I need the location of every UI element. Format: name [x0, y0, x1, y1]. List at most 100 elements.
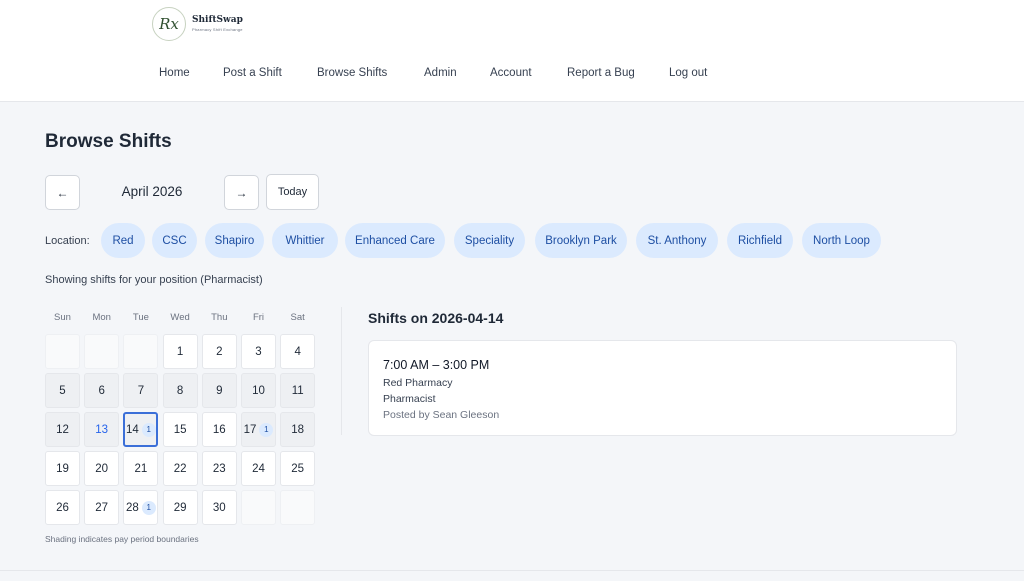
nav-browse-shifts[interactable]: Browse Shifts: [317, 67, 387, 79]
calendar-day[interactable]: 22: [162, 451, 198, 486]
arrow-right-icon: →: [235, 185, 248, 200]
calendar-day[interactable]: 17 1: [241, 412, 276, 447]
day-number: 17: [243, 423, 257, 436]
location-label: Location:: [45, 235, 90, 247]
shift-card[interactable]: 7:00 AM – 3:00 PM Red Pharmacy Pharmacis…: [368, 340, 957, 436]
location-chip-st-anthony[interactable]: St. Anthony: [636, 223, 718, 258]
calendar-day[interactable]: 11: [280, 373, 316, 408]
shifts-date-title: Shifts on 2026-04-14: [368, 310, 504, 326]
calendar-day[interactable]: 2: [201, 334, 237, 369]
calendar-day[interactable]: 28 1: [123, 490, 159, 525]
calendar-day[interactable]: 12: [45, 412, 80, 447]
next-month-button[interactable]: →: [224, 175, 259, 210]
page-title: Browse Shifts: [45, 131, 172, 152]
shift-count-badge: 1: [141, 500, 156, 515]
weekday-header: Fri: [252, 312, 265, 323]
calendar-day[interactable]: 27: [84, 490, 120, 525]
day-number: 18: [291, 423, 305, 436]
nav-account[interactable]: Account: [490, 67, 532, 79]
weekday-header: Sat: [290, 312, 305, 323]
calendar-day[interactable]: 25: [280, 451, 316, 486]
calendar-day[interactable]: 26: [45, 490, 80, 525]
nav-post-shift[interactable]: Post a Shift: [223, 67, 282, 79]
calendar-empty-cell: [280, 490, 316, 525]
calendar-day[interactable]: 10: [241, 373, 276, 408]
location-chip-speciality[interactable]: Speciality: [454, 223, 525, 258]
shift-location: Red Pharmacy: [383, 377, 453, 389]
location-chip-richfield[interactable]: Richfield: [727, 223, 793, 258]
pay-period-note: Shading indicates pay period boundaries: [45, 534, 199, 544]
nav-admin[interactable]: Admin: [424, 67, 457, 79]
month-label: April 2026: [121, 184, 183, 199]
nav-home[interactable]: Home: [159, 67, 190, 79]
calendar-day[interactable]: 23: [201, 451, 237, 486]
calendar-day[interactable]: 13: [84, 412, 120, 447]
shift-position: Pharmacist: [383, 393, 436, 405]
logo[interactable]: Rx ShiftSwap Pharmacy Shift Exchange: [152, 7, 257, 41]
day-number: 16: [212, 423, 226, 436]
location-chip-csc[interactable]: CSC: [152, 223, 197, 258]
calendar-day[interactable]: 9: [201, 373, 237, 408]
calendar-empty-cell: [45, 334, 80, 369]
day-number: 26: [56, 501, 69, 514]
calendar-day[interactable]: 19: [45, 451, 80, 486]
day-number: 7: [137, 384, 145, 397]
calendar-day[interactable]: 21: [123, 451, 159, 486]
calendar-day[interactable]: 16: [201, 412, 237, 447]
day-number: 13: [95, 423, 109, 436]
day-number: 14: [125, 423, 139, 436]
location-chip-enhanced-care[interactable]: Enhanced Care: [345, 223, 445, 258]
day-number: 8: [176, 384, 184, 397]
weekday-header: Tue: [132, 312, 149, 323]
today-button[interactable]: Today: [266, 174, 319, 210]
logo-title: ShiftSwap: [192, 15, 243, 25]
day-number: 9: [216, 384, 223, 397]
shift-posted-by: Posted by Sean Gleeson: [383, 409, 500, 421]
calendar-day[interactable]: 30: [201, 490, 237, 525]
calendar-day[interactable]: 24: [241, 451, 276, 486]
day-number: 25: [291, 462, 305, 475]
day-number: 12: [56, 423, 69, 436]
day-number: 1: [176, 345, 184, 358]
day-number: 24: [252, 462, 265, 475]
weekday-header: Mon: [92, 312, 111, 323]
shift-count-badge: 1: [259, 422, 274, 437]
prev-month-button[interactable]: ←: [45, 175, 80, 210]
calendar-day[interactable]: 14 1: [123, 412, 159, 447]
location-chip-red[interactable]: Red: [101, 223, 145, 258]
calendar-day[interactable]: 8: [162, 373, 198, 408]
nav-report-bug[interactable]: Report a Bug: [567, 67, 635, 79]
day-number: 30: [212, 501, 226, 514]
day-number: 22: [173, 462, 187, 475]
calendar-day[interactable]: 5: [45, 373, 80, 408]
logo-mark: Rx: [152, 7, 186, 41]
calendar-day[interactable]: 7: [123, 373, 159, 408]
calendar-day[interactable]: 3: [241, 334, 276, 369]
day-number: 29: [173, 501, 187, 514]
position-filter-note: Showing shifts for your position (Pharma…: [45, 274, 263, 286]
calendar-day[interactable]: 1: [162, 334, 198, 369]
calendar-day[interactable]: 6: [84, 373, 120, 408]
location-chip-whittier[interactable]: Whittier: [272, 223, 338, 258]
calendar-day[interactable]: 15: [162, 412, 198, 447]
day-number: 15: [173, 423, 187, 436]
day-number: 5: [59, 384, 66, 397]
location-chip-brooklyn-park[interactable]: Brooklyn Park: [535, 223, 627, 258]
calendar-day[interactable]: 4: [280, 334, 316, 369]
weekday-header: Sun: [54, 312, 71, 323]
day-number: 10: [252, 384, 265, 397]
location-chip-north-loop[interactable]: North Loop: [802, 223, 881, 258]
nav-log-out[interactable]: Log out: [669, 67, 707, 79]
weekday-header: Wed: [170, 312, 190, 323]
day-number: 2: [216, 345, 223, 358]
calendar-day[interactable]: 29: [162, 490, 198, 525]
day-number: 11: [291, 384, 304, 397]
weekday-header: Thu: [211, 312, 228, 323]
day-number: 19: [56, 462, 69, 475]
calendar-day[interactable]: 18: [280, 412, 316, 447]
main-nav: Home Post a Shift Browse Shifts Admin Ac…: [0, 67, 1024, 83]
day-number: 27: [95, 501, 109, 514]
location-chip-shapiro[interactable]: Shapiro: [205, 223, 264, 258]
shift-time: 7:00 AM – 3:00 PM: [383, 358, 490, 372]
calendar-day[interactable]: 20: [84, 451, 120, 486]
